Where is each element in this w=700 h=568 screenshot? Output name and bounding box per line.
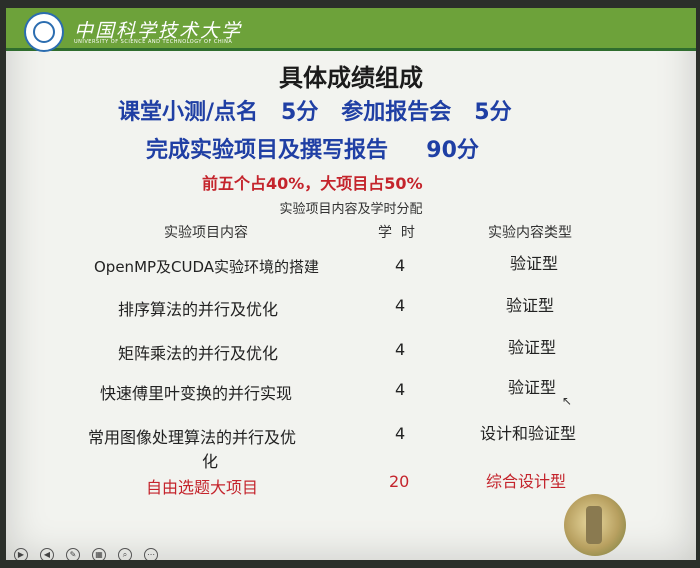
mouse-cursor-icon: ↖ (562, 394, 573, 408)
grading-line-2: 完成实验项目及撰写报告 90分 (146, 138, 479, 163)
slide: 中国科学技术大学 UNIVERSITY OF SCIENCE AND TECHN… (6, 8, 696, 560)
grading-line-1: 课堂小测/点名 5分 参加报告会 5分 (118, 100, 512, 125)
slide-title: 具体成绩组成 (279, 63, 423, 92)
row-6-item: 自由选题大项目 (146, 478, 259, 497)
row-1-item: OpenMP及CUDA实验环境的搭建 (94, 258, 320, 276)
more-icon[interactable]: ⋯ (144, 548, 158, 560)
pen-icon[interactable]: ✎ (66, 548, 80, 560)
row-6-hours: 20 (389, 472, 410, 491)
slides-icon[interactable]: ▦ (92, 548, 106, 560)
slideshow-controls: ▶ ◀ ✎ ▦ ⌕ ⋯ (14, 548, 158, 560)
row-2-type: 验证型 (506, 296, 555, 315)
table-header-hours: 学 时 (378, 225, 415, 241)
row-4-item: 快速傅里叶变换的并行实现 (100, 384, 293, 403)
row-3-hours: 4 (395, 340, 406, 359)
row-1-hours: 4 (395, 256, 406, 275)
row-5-hours: 4 (395, 424, 406, 443)
back-icon[interactable]: ◀ (40, 548, 54, 560)
grading-line-3: 前五个占40%，大项目占50% (202, 174, 423, 193)
row-6-type: 综合设计型 (486, 472, 567, 491)
zoom-icon[interactable]: ⌕ (118, 548, 132, 560)
row-4-type: 验证型 (508, 378, 557, 397)
row-5-item: 常用图像处理算法的并行及优 (88, 428, 297, 447)
row-1-type: 验证型 (510, 254, 559, 273)
university-logo (24, 12, 64, 52)
table-header-item: 实验项目内容 (164, 225, 248, 241)
table-header-type: 实验内容类型 (488, 225, 572, 241)
play-icon[interactable]: ▶ (14, 548, 28, 560)
campus-emblem (564, 494, 626, 556)
row-5-type: 设计和验证型 (480, 424, 577, 443)
header-divider (6, 48, 696, 51)
row-2-item: 排序算法的并行及优化 (118, 300, 279, 319)
row-3-type: 验证型 (508, 338, 557, 357)
row-3-item: 矩阵乘法的并行及优化 (118, 344, 279, 363)
row-5-item-cont: 化 (202, 452, 219, 471)
row-2-hours: 4 (395, 296, 406, 315)
row-4-hours: 4 (395, 380, 406, 399)
university-name-en: UNIVERSITY OF SCIENCE AND TECHNOLOGY OF … (74, 39, 233, 45)
table-caption: 实验项目内容及学时分配 (279, 202, 423, 217)
